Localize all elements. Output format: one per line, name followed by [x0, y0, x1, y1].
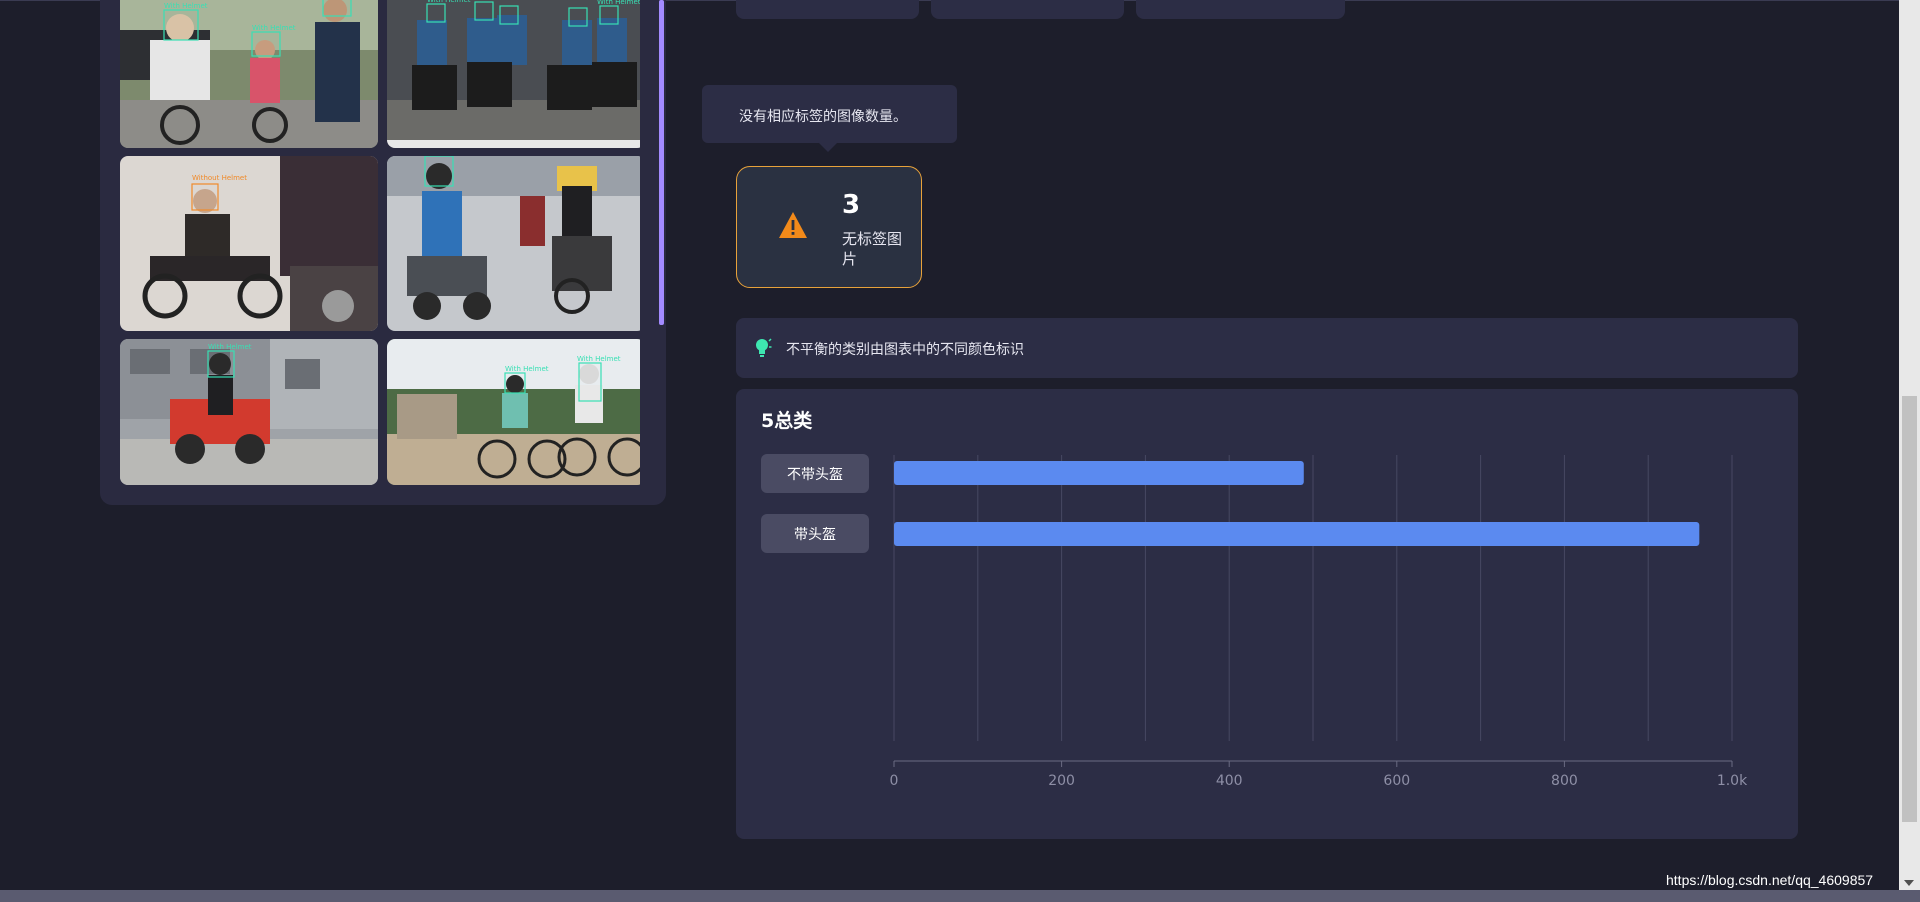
- x-tick-label: 400: [1216, 773, 1243, 789]
- warning-icon: [779, 212, 807, 238]
- bbox-label: With Helmet: [505, 365, 549, 373]
- gallery-image[interactable]: [387, 156, 640, 331]
- bar-0[interactable]: [894, 461, 1304, 485]
- unlabeled-images-card[interactable]: 3 无标签图片: [736, 166, 922, 288]
- gallery-scrollbar[interactable]: [659, 0, 664, 325]
- gallery-image[interactable]: Without Helmet: [120, 156, 378, 331]
- x-tick-label: 1.0k: [1717, 773, 1748, 789]
- x-tick-label: 800: [1551, 773, 1578, 789]
- bbox-label: With Helmet: [427, 0, 471, 4]
- image-gallery-panel[interactable]: With Helmet With Helmet With Helmet With…: [100, 0, 666, 505]
- bottom-strip: [0, 890, 1920, 902]
- bbox-label: With Helmet: [597, 0, 640, 6]
- tooltip-text: 没有相应标签的图像数量。: [739, 109, 907, 125]
- bbox-label: Without Helmet: [192, 174, 247, 182]
- hint-text: 不平衡的类别由图表中的不同颜色标识: [786, 342, 1024, 358]
- gallery-image[interactable]: With Helmet With Helmet: [120, 0, 378, 148]
- gallery-image[interactable]: With Helmet With Helmet: [387, 339, 640, 485]
- image-grid[interactable]: With Helmet With Helmet With Helmet With…: [120, 0, 640, 485]
- summary-card-stub: [931, 0, 1124, 19]
- bbox-label: With Helmet: [208, 343, 252, 351]
- imbalance-hint: 不平衡的类别由图表中的不同颜色标识: [736, 318, 1798, 378]
- x-tick-label: 0: [890, 773, 899, 789]
- scroll-down-arrow-icon[interactable]: [1904, 880, 1914, 886]
- gallery-image[interactable]: With Helmet: [120, 339, 378, 485]
- bbox-label: With Helmet: [577, 355, 621, 363]
- bbox-label: With Helmet: [475, 0, 519, 2]
- summary-card-stub: [736, 0, 919, 19]
- tooltip-arrow: [818, 142, 838, 152]
- bar-chart: 0 200 400 600 800 1.0k: [890, 455, 1748, 789]
- gallery-image[interactable]: With Helmet With Helmet With Helmet: [387, 0, 640, 148]
- tooltip: 没有相应标签的图像数量。: [702, 85, 957, 143]
- page-scrollbar-thumb[interactable]: [1902, 396, 1917, 822]
- lightbulb-icon: [756, 338, 772, 357]
- unlabeled-count: 3: [842, 190, 861, 220]
- bbox-label: With Helmet: [164, 2, 208, 10]
- watermark: https://blog.csdn.net/qq_4609857: [1666, 872, 1874, 888]
- x-tick-label: 600: [1383, 773, 1410, 789]
- unlabeled-label: 无标签图片: [842, 230, 903, 268]
- class-balance-chart: 5总类 不带头盔 带头盔 0 200 400 600 800 1.0k: [736, 389, 1798, 839]
- summary-card-stub: [1136, 0, 1345, 19]
- bbox-label: With Helmet: [252, 24, 296, 32]
- bar-1[interactable]: [894, 522, 1700, 546]
- x-tick-label: 200: [1048, 773, 1075, 789]
